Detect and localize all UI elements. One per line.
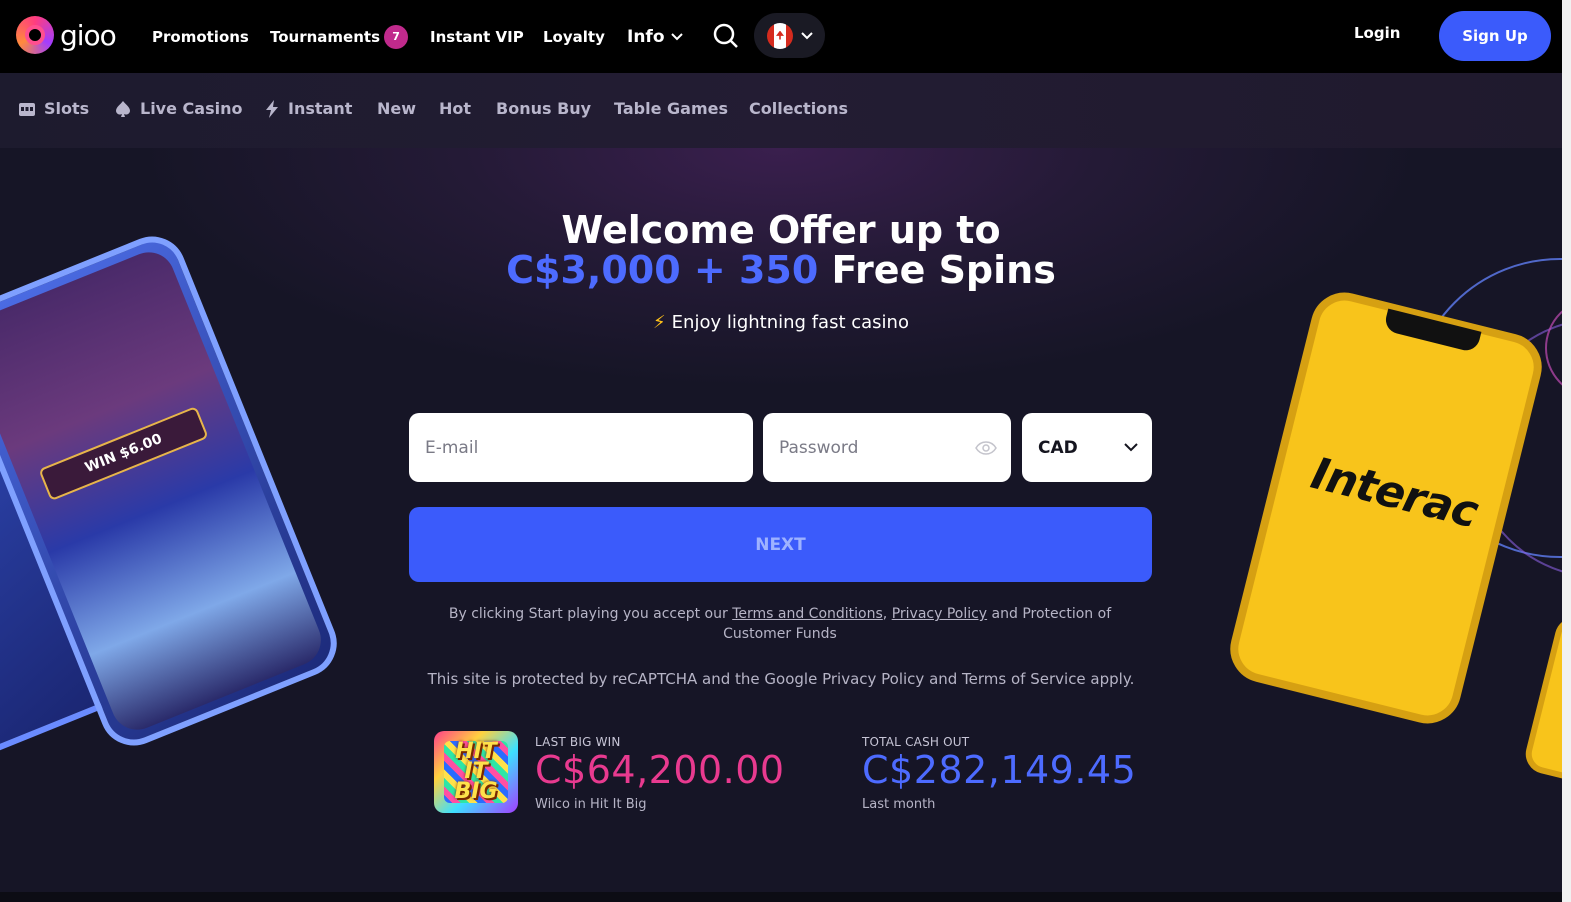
canada-flag-icon bbox=[767, 22, 793, 49]
password-placeholder: Password bbox=[779, 437, 859, 458]
hero-title-accent: C$3,000 + 350 bbox=[506, 248, 819, 292]
signup-label: Sign Up bbox=[1462, 27, 1528, 45]
category-label: New bbox=[377, 99, 417, 118]
category-label: Instant bbox=[288, 99, 353, 118]
email-placeholder: E-mail bbox=[425, 437, 479, 458]
nav-label: Instant VIP bbox=[430, 27, 524, 46]
chevron-down-icon bbox=[1124, 443, 1138, 452]
terms-link[interactable]: Terms and Conditions bbox=[732, 606, 883, 622]
nav-tournaments[interactable]: Tournaments 7 bbox=[270, 0, 409, 73]
currency-value: CAD bbox=[1038, 437, 1078, 458]
hero-title-rest: Free Spins bbox=[818, 248, 1056, 292]
last-win-value: C$64,200.00 bbox=[535, 748, 785, 792]
terms-sep: , bbox=[882, 606, 892, 622]
hero-section: WIN $6.00 Interac Welcome Offer up to C$… bbox=[0, 148, 1562, 892]
email-field[interactable]: E-mail bbox=[409, 413, 753, 482]
category-table-games[interactable]: Table Games bbox=[614, 99, 728, 118]
category-label: Slots bbox=[44, 99, 90, 118]
category-live-casino[interactable]: Live Casino bbox=[114, 99, 242, 118]
total-cashout-label: TOTAL CASH OUT bbox=[862, 735, 970, 749]
nav-label: Promotions bbox=[152, 27, 249, 46]
category-hot[interactable]: Hot bbox=[439, 99, 471, 118]
last-win-sub: Wilco in Hit It Big bbox=[535, 797, 647, 812]
recaptcha-notice: This site is protected by reCAPTCHA and … bbox=[427, 670, 1135, 688]
category-label: Bonus Buy bbox=[496, 99, 592, 118]
spade-icon bbox=[116, 100, 130, 117]
lightning-icon bbox=[266, 99, 278, 118]
nav-loyalty[interactable]: Loyalty bbox=[543, 0, 605, 73]
search-button[interactable] bbox=[712, 22, 740, 50]
game-thumbnail-logo: HIT IT BIG bbox=[454, 739, 498, 804]
nav-promotions[interactable]: Promotions bbox=[152, 0, 249, 73]
game-thumbnail[interactable]: HIT IT BIG bbox=[434, 731, 518, 813]
nav-label: Info bbox=[627, 26, 665, 47]
login-button[interactable]: Login bbox=[1354, 24, 1400, 42]
hero-title-line2: C$3,000 + 350 Free Spins bbox=[0, 250, 1562, 290]
nav-info[interactable]: Info bbox=[627, 0, 683, 73]
total-cashout-value: C$282,149.45 bbox=[862, 748, 1137, 792]
nav-label: Tournaments bbox=[270, 27, 381, 46]
hero-subtitle-text: Enjoy lightning fast casino bbox=[671, 312, 909, 333]
slot-machine-icon bbox=[19, 102, 35, 116]
decorative-phone-image bbox=[1521, 613, 1562, 783]
scrollbar[interactable] bbox=[1562, 0, 1571, 902]
hero-subtitle: ⚡ Enjoy lightning fast casino bbox=[0, 312, 1562, 333]
category-bonus-buy[interactable]: Bonus Buy bbox=[496, 99, 591, 118]
category-label: Collections bbox=[749, 99, 849, 118]
hero-title-line1: Welcome Offer up to bbox=[561, 208, 1001, 252]
language-selector[interactable] bbox=[754, 13, 825, 58]
search-icon bbox=[713, 23, 738, 48]
total-cashout-sub: Last month bbox=[862, 797, 936, 812]
lightning-icon: ⚡ bbox=[653, 312, 666, 333]
next-label: NEXT bbox=[755, 534, 806, 555]
last-win-label: LAST BIG WIN bbox=[535, 735, 621, 749]
chevron-down-icon bbox=[801, 31, 813, 39]
tournaments-count-badge: 7 bbox=[384, 24, 409, 49]
nav-label: Loyalty bbox=[543, 27, 605, 46]
signup-button[interactable]: Sign Up bbox=[1439, 11, 1551, 61]
logo-text: gioo bbox=[60, 18, 117, 52]
password-field[interactable]: Password bbox=[763, 413, 1011, 482]
category-slots[interactable]: Slots bbox=[18, 99, 89, 118]
eye-icon[interactable] bbox=[975, 440, 997, 455]
nav-instant-vip[interactable]: Instant VIP bbox=[430, 0, 524, 73]
category-label: Live Casino bbox=[140, 99, 243, 118]
category-label: Hot bbox=[439, 99, 472, 118]
interac-logo: Interac bbox=[1306, 447, 1483, 539]
privacy-link[interactable]: Privacy Policy bbox=[892, 606, 987, 622]
terms-notice: By clicking Start playing you accept our… bbox=[430, 604, 1130, 644]
top-navigation-bar: gioo Promotions Tournaments 7 Instant VI… bbox=[0, 0, 1562, 73]
currency-select[interactable]: CAD bbox=[1022, 413, 1152, 482]
category-collections[interactable]: Collections bbox=[749, 99, 848, 118]
site-logo[interactable]: gioo bbox=[16, 16, 117, 54]
interac-phone-image: Interac bbox=[1223, 285, 1549, 731]
logo-swirl-icon bbox=[16, 16, 54, 54]
category-bar: Slots Live Casino Instant New Hot Bonus … bbox=[0, 73, 1562, 148]
category-new[interactable]: New bbox=[377, 99, 416, 118]
category-instant[interactable]: Instant bbox=[264, 99, 352, 118]
category-label: Table Games bbox=[614, 99, 728, 118]
next-button[interactable]: NEXT bbox=[409, 507, 1152, 582]
game-thumbnail-art: HIT IT BIG bbox=[444, 741, 508, 803]
chevron-down-icon bbox=[670, 32, 683, 40]
page-bottom-edge bbox=[0, 892, 1562, 902]
terms-prefix: By clicking Start playing you accept our bbox=[448, 606, 733, 622]
